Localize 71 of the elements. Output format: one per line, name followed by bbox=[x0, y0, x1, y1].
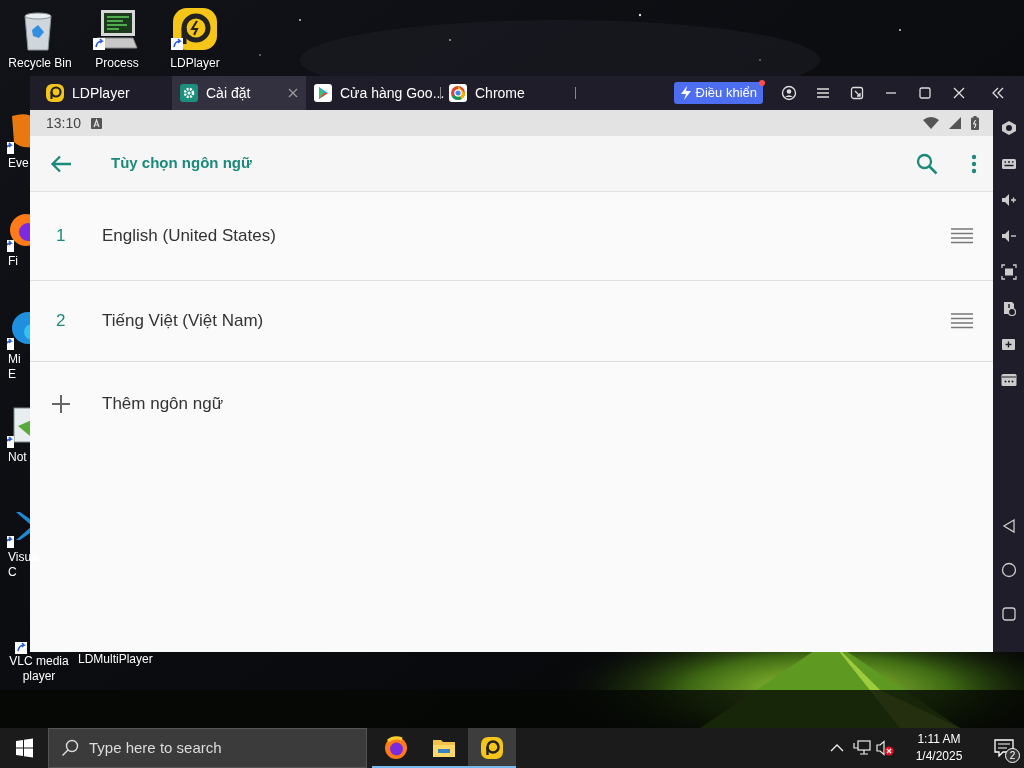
notification-icon bbox=[91, 117, 103, 129]
battery-icon bbox=[971, 116, 979, 130]
close-icon[interactable] bbox=[951, 85, 967, 101]
add-window-icon[interactable] bbox=[1000, 336, 1017, 352]
network-icon[interactable] bbox=[853, 740, 871, 756]
search-icon[interactable] bbox=[916, 152, 938, 175]
volume-down-icon[interactable] bbox=[1000, 228, 1017, 244]
icon-label: VLC media bbox=[9, 654, 69, 669]
gear-icon bbox=[180, 84, 198, 102]
drag-handle-icon[interactable] bbox=[951, 313, 973, 329]
home-icon[interactable] bbox=[1000, 562, 1017, 578]
signal-icon bbox=[949, 117, 961, 129]
firefox-icon bbox=[384, 736, 408, 760]
search-placeholder: Type here to search bbox=[89, 737, 222, 758]
language-number: 2 bbox=[56, 310, 67, 333]
lightning-icon bbox=[679, 86, 692, 100]
icon-label: Process bbox=[95, 56, 139, 71]
search-icon bbox=[61, 739, 79, 757]
language-name: Tiếng Việt (Việt Nam) bbox=[102, 310, 265, 333]
add-language-label: Thêm ngôn ngữ bbox=[102, 392, 223, 415]
icon-label: E bbox=[7, 367, 16, 382]
status-time: 13:10 bbox=[46, 113, 82, 133]
shortcut-icon bbox=[14, 640, 28, 654]
add-language-row[interactable]: Thêm ngôn ngữ bbox=[30, 362, 993, 445]
ldplayer-icon bbox=[46, 84, 64, 102]
icon-label: player bbox=[22, 669, 56, 684]
chevron-up-icon[interactable] bbox=[830, 743, 844, 753]
wifi-icon bbox=[923, 117, 939, 129]
icon-label: Fi bbox=[7, 254, 18, 269]
collapse-icon[interactable] bbox=[990, 85, 1006, 101]
notification-button[interactable]: 2 bbox=[984, 728, 1024, 768]
play-store-icon bbox=[314, 84, 332, 102]
chrome-icon bbox=[449, 84, 467, 102]
menu-icon[interactable] bbox=[815, 85, 831, 101]
tab[interactable]: Cài đặt bbox=[172, 76, 306, 110]
icon-label: Not bbox=[7, 450, 27, 465]
volume-up-icon[interactable] bbox=[1000, 192, 1017, 208]
maximize-icon[interactable] bbox=[917, 85, 933, 101]
taskbar-app[interactable] bbox=[468, 728, 516, 768]
muted-volume-icon[interactable] bbox=[876, 740, 894, 756]
ldplayer-icon bbox=[480, 736, 504, 760]
clock-time: 1:11 AM bbox=[917, 731, 961, 748]
back-arrow-icon[interactable] bbox=[50, 154, 72, 173]
tab[interactable]: LDPlayer bbox=[38, 76, 172, 110]
clock-date: 1/4/2025 bbox=[915, 748, 963, 765]
plus-icon bbox=[52, 394, 70, 413]
more-icon[interactable] bbox=[1000, 372, 1017, 388]
hexagon-icon[interactable] bbox=[1000, 120, 1017, 136]
language-number: 1 bbox=[56, 225, 67, 248]
keyboard-icon[interactable] bbox=[1000, 156, 1017, 172]
resize-icon[interactable] bbox=[849, 85, 865, 101]
message-icon bbox=[994, 739, 1014, 757]
icon-label: LDPlayer bbox=[170, 56, 220, 71]
more-options-icon[interactable] bbox=[971, 153, 977, 174]
fullscreen-icon[interactable] bbox=[1000, 264, 1017, 280]
icon-label: Eve bbox=[7, 156, 29, 171]
page-title: Tùy chọn ngôn ngữ bbox=[111, 153, 253, 174]
control-button[interactable]: Điều khiển bbox=[673, 82, 763, 104]
notification-badge: 2 bbox=[1005, 748, 1020, 763]
search-field[interactable]: Type here to search bbox=[48, 728, 367, 768]
clock[interactable]: 1:11 AM 1/4/2025 bbox=[908, 731, 970, 765]
language-row[interactable]: 1 English (United States) bbox=[30, 192, 993, 281]
icon-label: Mi bbox=[7, 352, 21, 367]
account-icon[interactable] bbox=[781, 85, 797, 101]
drag-handle-icon[interactable] bbox=[951, 228, 973, 244]
language-row[interactable]: 2 Tiếng Việt (Việt Nam) bbox=[30, 281, 993, 362]
icon-label: C bbox=[7, 565, 17, 580]
language-name: English (United States) bbox=[102, 225, 277, 248]
icon-label: LDMultiPlayer bbox=[78, 652, 153, 667]
icon-label: Recycle Bin bbox=[8, 56, 72, 71]
recents-icon[interactable] bbox=[1000, 606, 1017, 622]
